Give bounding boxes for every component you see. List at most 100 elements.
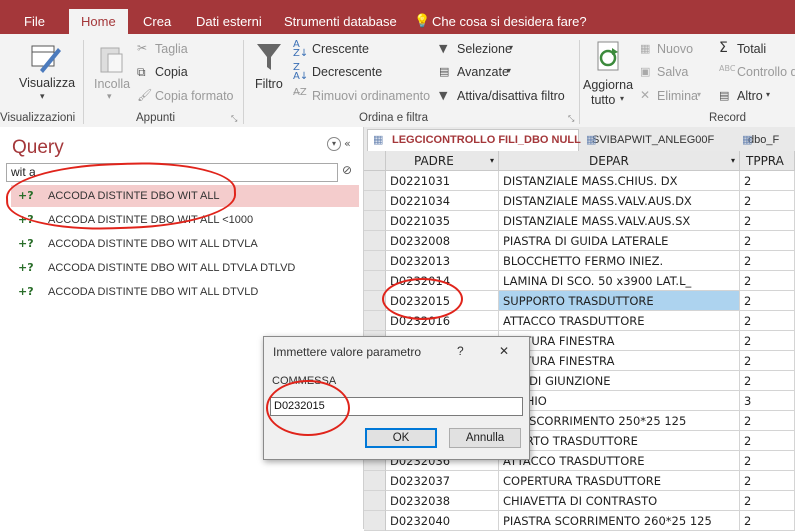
cancel-button[interactable]: Annulla	[449, 428, 521, 448]
table-cell[interactable]: 2	[740, 351, 795, 371]
table-cell[interactable]: 2	[740, 291, 795, 311]
cut-button[interactable]: Taglia	[155, 42, 188, 56]
select-all-corner[interactable]	[364, 151, 386, 171]
record-selector[interactable]	[364, 171, 386, 191]
table-cell[interactable]: ATTACCO TRASDUTTORE	[499, 311, 740, 331]
tab-strumenti-database[interactable]: Strumenti database	[284, 9, 397, 34]
chevron-down-icon[interactable]: ▾	[620, 94, 624, 103]
table-cell[interactable]: DISTANZIALE MASS.CHIUS. DX	[499, 171, 740, 191]
table-cell[interactable]: D0221035	[386, 211, 499, 231]
view-button[interactable]: Visualizza	[19, 76, 75, 90]
table-cell[interactable]: PIASTRA DI GUIDA LATERALE	[499, 231, 740, 251]
table-cell[interactable]: ATTACCO TRASDUTTORE	[499, 451, 740, 471]
chevron-down-icon[interactable]: ▾	[697, 90, 701, 99]
table-cell[interactable]: 2	[740, 191, 795, 211]
chevron-down-icon[interactable]: ▾	[107, 92, 112, 102]
chevron-down-icon[interactable]: ▾	[509, 43, 513, 52]
table-cell[interactable]: 2	[740, 231, 795, 251]
record-selector[interactable]	[364, 511, 386, 531]
table-cell[interactable]: SUPPORTO TRASDUTTORE	[499, 291, 740, 311]
tab-file[interactable]: File	[24, 9, 45, 34]
table-cell[interactable]: DISTANZIALE MASS.VALV.AUS.DX	[499, 191, 740, 211]
record-selector[interactable]	[364, 311, 386, 331]
totals-button[interactable]: Totali	[737, 42, 766, 56]
table-cell[interactable]: D0232008	[386, 231, 499, 251]
delete-button[interactable]: Elimina	[657, 89, 698, 103]
ok-button[interactable]: OK	[365, 428, 437, 448]
table-cell[interactable]: TRA SCORRIMENTO 250*25 125	[499, 411, 740, 431]
advanced-button[interactable]: Avanzate	[457, 65, 509, 79]
record-selector[interactable]	[364, 231, 386, 251]
chevron-down-icon[interactable]: ▾	[490, 151, 494, 171]
toggle-filter-button[interactable]: Attiva/disattiva filtro	[457, 89, 565, 103]
chevron-down-icon[interactable]: ▾	[40, 92, 45, 102]
record-selector[interactable]	[364, 251, 386, 271]
table-cell[interactable]: 3	[740, 391, 795, 411]
tab-svibapwit[interactable]: ▦ SVIBAPWIT_ANLEG00F	[586, 129, 714, 151]
sort-ascending-button[interactable]: Crescente	[312, 42, 369, 56]
record-selector[interactable]	[364, 471, 386, 491]
collapse-pane-icon[interactable]: «	[344, 137, 351, 150]
table-cell[interactable]: DISTANZIALE MASS.VALV.AUS.SX	[499, 211, 740, 231]
table-cell[interactable]: LAMINA DI SCO. 50 x3900 LAT.L_	[499, 271, 740, 291]
spelling-button[interactable]: Controllo d	[737, 65, 795, 79]
table-cell[interactable]: 2	[740, 211, 795, 231]
chevron-down-icon[interactable]: ▾	[731, 151, 735, 171]
copy-button[interactable]: Copia	[155, 65, 188, 79]
list-item[interactable]: +? ACCODA DISTINTE DBO WIT ALL DTVLA	[16, 233, 356, 255]
chevron-down-icon[interactable]: ▾	[766, 90, 770, 99]
table-cell[interactable]: CHIAVETTA DI CONTRASTO	[499, 491, 740, 511]
column-header[interactable]: DEPAR ▾	[499, 151, 740, 171]
tab-home[interactable]: Home	[69, 9, 128, 34]
close-icon[interactable]: ✕	[499, 344, 509, 358]
format-painter-button[interactable]: Copia formato	[155, 89, 234, 103]
sort-descending-button[interactable]: Decrescente	[312, 65, 382, 79]
table-cell[interactable]: 2	[740, 491, 795, 511]
tab-crea[interactable]: Crea	[143, 9, 171, 34]
record-selector[interactable]	[364, 491, 386, 511]
record-selector[interactable]	[364, 191, 386, 211]
table-cell[interactable]: D0232013	[386, 251, 499, 271]
table-cell[interactable]: D0232037	[386, 471, 499, 491]
chevron-down-icon[interactable]: ▾	[327, 137, 341, 151]
table-cell[interactable]: 2	[740, 271, 795, 291]
clear-search-icon[interactable]: ⊘	[342, 163, 352, 177]
record-selector[interactable]	[364, 211, 386, 231]
chevron-down-icon[interactable]: ▾	[507, 66, 511, 75]
record-selector[interactable]	[364, 271, 386, 291]
table-cell[interactable]: D0221031	[386, 171, 499, 191]
list-item[interactable]: +? ACCODA DISTINTE DBO WIT ALL DTVLA DTLV…	[16, 257, 356, 279]
tab-dbo[interactable]: ▦ dbo_F	[742, 129, 779, 151]
save-record-button[interactable]: Salva	[657, 65, 688, 79]
dialog-launcher-icon[interactable]: ⤡	[231, 114, 237, 124]
more-button[interactable]: Altro	[737, 89, 763, 103]
table-cell[interactable]: BLOCCHETTO FERMO INIEZ.	[499, 251, 740, 271]
refresh-all-button[interactable]: Aggiorna	[583, 78, 633, 92]
tell-me-search[interactable]: Che cosa si desidera fare?	[432, 9, 587, 34]
table-cell[interactable]: 2	[740, 311, 795, 331]
table-cell[interactable]: PERTURA FINESTRA	[499, 351, 740, 371]
column-header[interactable]: PADRE ▾	[386, 151, 499, 171]
table-cell[interactable]: 2	[740, 451, 795, 471]
dialog-launcher-icon[interactable]: ⤡	[568, 114, 574, 124]
table-cell[interactable]: D0221034	[386, 191, 499, 211]
tab-legcicontrollo[interactable]: ▦ LEGCICONTROLLO FILI_DBO NULL	[367, 129, 581, 152]
help-icon[interactable]: ?	[457, 344, 464, 358]
table-cell[interactable]: 2	[740, 251, 795, 271]
table-cell[interactable]: 2	[740, 511, 795, 531]
table-cell[interactable]: 2	[740, 371, 795, 391]
tab-dati-esterni[interactable]: Dati esterni	[196, 9, 262, 34]
paste-button[interactable]: Incolla	[94, 77, 130, 91]
table-cell[interactable]: D0232040	[386, 511, 499, 531]
table-cell[interactable]: ERCHIO	[499, 391, 740, 411]
table-cell[interactable]: 2	[740, 171, 795, 191]
table-cell[interactable]: 2	[740, 471, 795, 491]
filter-button[interactable]: Filtro	[255, 77, 283, 91]
list-item[interactable]: +? ACCODA DISTINTE DBO WIT ALL DTVLD	[16, 281, 356, 303]
column-header[interactable]: TPPRA	[740, 151, 795, 171]
table-cell[interactable]: PIASTRA SCORRIMENTO 260*25 125	[499, 511, 740, 531]
table-cell[interactable]: D0232038	[386, 491, 499, 511]
selection-button[interactable]: Selezione	[457, 42, 512, 56]
table-cell[interactable]: 2	[740, 411, 795, 431]
table-cell[interactable]: PERTURA FINESTRA	[499, 331, 740, 351]
